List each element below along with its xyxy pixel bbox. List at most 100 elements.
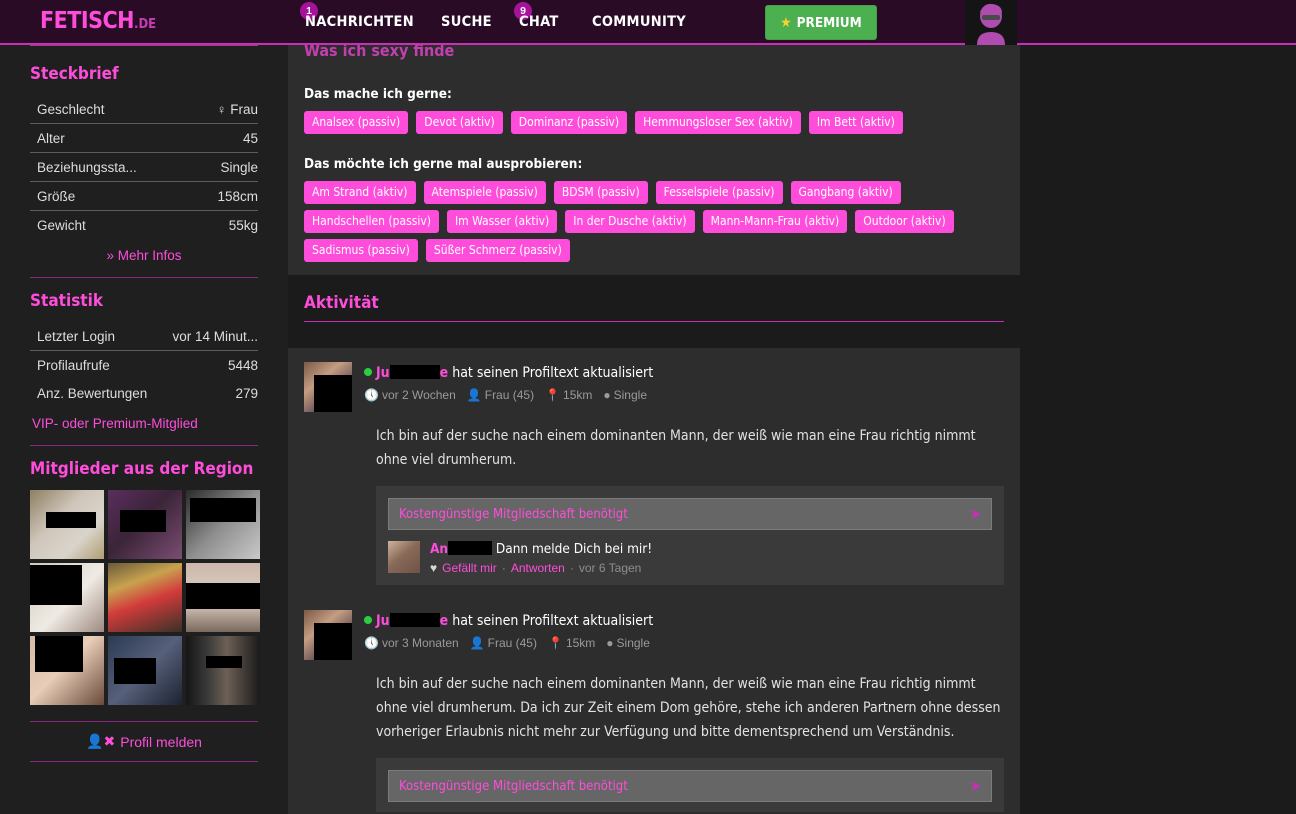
avatar[interactable] xyxy=(388,541,420,573)
report-profile-link[interactable]: 👤✖ Profil melden xyxy=(30,733,258,750)
list-item[interactable] xyxy=(108,490,182,559)
redaction xyxy=(389,365,440,379)
list-item[interactable] xyxy=(108,563,182,632)
meta-time: 🕔 vor 2 Wochen xyxy=(364,388,456,402)
venus-icon: ♀ xyxy=(216,102,227,117)
sidebar-divider-2 xyxy=(30,445,258,446)
premium-button[interactable]: ★ PREMIUM xyxy=(765,5,877,40)
comment-author[interactable]: An xyxy=(430,541,448,557)
nav-chat[interactable]: CHAT xyxy=(519,14,559,30)
circle-icon: ● xyxy=(603,388,611,402)
separator: · xyxy=(501,561,506,575)
list-item[interactable] xyxy=(30,490,104,559)
circle-icon: ● xyxy=(606,636,614,650)
meta-distance-text: 15km xyxy=(565,636,596,650)
tag-chip[interactable]: Outdoor (aktiv) xyxy=(855,210,954,233)
activity-divider xyxy=(304,321,1004,322)
user-avatar-icon xyxy=(965,0,1017,45)
row-value: vor 14 Minut... xyxy=(161,322,258,351)
tag-chip[interactable]: Handschellen (passiv) xyxy=(304,210,439,233)
statistik-title: Statistik xyxy=(30,291,104,311)
like-link[interactable]: Gefällt mir xyxy=(442,561,497,575)
list-item[interactable] xyxy=(108,636,182,705)
comment-actions: ♥ Gefällt mir · Antworten · vor 6 Tagen xyxy=(430,561,992,575)
heart-icon[interactable]: ♥ xyxy=(430,561,437,575)
table-row: Größe 158cm xyxy=(30,181,258,211)
logo-text: FETISCH xyxy=(40,8,135,34)
username-end[interactable]: e xyxy=(440,613,449,629)
tag-chip[interactable]: Mann-Mann-Frau (aktiv) xyxy=(702,210,848,233)
reply-link[interactable]: Antworten xyxy=(511,561,565,575)
tag-chip[interactable]: In der Dusche (aktiv) xyxy=(565,210,695,233)
row-key: Anz. Bewertungen xyxy=(37,386,148,401)
nav-suche[interactable]: SUCHE xyxy=(441,14,492,30)
tag-chip[interactable]: Fesselspiele (passiv) xyxy=(655,181,783,204)
nav-nachrichten[interactable]: NACHRICHTEN xyxy=(305,14,414,30)
redaction xyxy=(314,623,352,660)
sidebar-divider-4 xyxy=(30,761,258,762)
tag-chip[interactable]: Dominanz (passiv) xyxy=(510,111,628,134)
comment-placeholder: Kostengünstige Mitgliedschaft benötigt xyxy=(399,778,628,794)
row-key: Gewicht xyxy=(37,218,86,233)
send-icon[interactable]: ➤ xyxy=(969,777,982,795)
redaction xyxy=(35,636,83,672)
list-item[interactable] xyxy=(186,490,260,559)
vip-premium-link[interactable]: VIP- oder Premium-Mitglied xyxy=(30,407,258,431)
comment-placeholder: Kostengünstige Mitgliedschaft benötigt xyxy=(399,506,628,522)
row-value: 5448 xyxy=(227,358,258,373)
tag-group-label: Das möchte ich gerne mal ausprobieren: xyxy=(304,156,583,172)
tag-chip[interactable]: Gangbang (aktiv) xyxy=(790,181,901,204)
star-icon: ★ xyxy=(780,14,792,31)
send-icon[interactable]: ➤ xyxy=(969,505,982,523)
list-item[interactable] xyxy=(186,563,260,632)
meta-time-text: vor 3 Monaten xyxy=(381,636,459,650)
tag-chip[interactable]: BDSM (passiv) xyxy=(553,181,648,204)
tag-chip[interactable]: Atemspiele (passiv) xyxy=(423,181,546,204)
row-key: Profilaufrufe xyxy=(37,358,110,373)
redaction xyxy=(389,613,440,627)
username-start[interactable]: Ju xyxy=(376,365,390,381)
list-item[interactable] xyxy=(30,563,104,632)
headline-suffix: hat seinen Profiltext aktualisiert xyxy=(452,613,654,629)
tag-chip[interactable]: Im Wasser (aktiv) xyxy=(446,210,558,233)
tag-chip[interactable]: Am Strand (aktiv) xyxy=(304,181,416,204)
tag-chip[interactable]: Analsex (passiv) xyxy=(304,111,409,134)
nav-community[interactable]: COMMUNITY xyxy=(592,14,686,30)
table-row: Alter 45 xyxy=(30,123,258,153)
site-logo[interactable]: FETISCH.DE xyxy=(40,8,156,34)
comment-input[interactable]: Kostengünstige Mitgliedschaft benötigt ➤ xyxy=(388,770,992,802)
avatar[interactable] xyxy=(965,0,1017,45)
tag-list: Am Strand (aktiv) Atemspiele (passiv) BD… xyxy=(304,181,1004,262)
row-value: 45 xyxy=(162,123,258,153)
tag-chip[interactable]: Süßer Schmerz (passiv) xyxy=(425,239,570,262)
list-item[interactable] xyxy=(186,636,260,705)
avatar[interactable] xyxy=(304,610,352,660)
tag-chip[interactable]: Devot (aktiv) xyxy=(416,111,503,134)
avatar[interactable] xyxy=(304,362,352,412)
location-pin-icon: 📍 xyxy=(545,388,561,402)
username-end[interactable]: e xyxy=(440,365,449,381)
mehr-infos-link[interactable]: » Mehr Infos xyxy=(30,248,258,263)
tag-chip[interactable]: Hemmungsloser Sex (aktiv) xyxy=(635,111,801,134)
row-value: ♀ Frau xyxy=(162,95,258,124)
username-start[interactable]: Ju xyxy=(376,613,390,629)
redaction xyxy=(206,656,242,668)
panel-title: Was ich sexy finde xyxy=(304,45,455,60)
comment-section: Kostengünstige Mitgliedschaft benötigt ➤ xyxy=(376,758,1004,812)
tag-chip[interactable]: Im Bett (aktiv) xyxy=(808,111,903,134)
list-item[interactable] xyxy=(30,636,104,705)
meta-distance: 📍 15km xyxy=(545,388,592,402)
headline-suffix: hat seinen Profiltext aktualisiert xyxy=(452,365,654,381)
comment-section: Kostengünstige Mitgliedschaft benötigt ➤… xyxy=(376,486,1004,585)
meta-time: 🕔 vor 3 Monaten xyxy=(364,636,459,650)
table-row: Geschlecht ♀ Frau xyxy=(30,95,258,124)
comment-input[interactable]: Kostengünstige Mitgliedschaft benötigt ➤ xyxy=(388,498,992,530)
tag-chip[interactable]: Sadismus (passiv) xyxy=(304,239,418,262)
mehr-infos-label: Mehr Infos xyxy=(117,248,182,263)
meta-status-text: Single xyxy=(613,388,647,402)
row-value: 55kg xyxy=(228,218,258,233)
activity-meta: 🕔 vor 2 Wochen 👤 Frau (45) 📍 15km ● Single xyxy=(364,388,1004,402)
redaction xyxy=(448,541,493,555)
activity-header: Aktivität xyxy=(288,293,1020,322)
meta-status: ● Single xyxy=(606,636,650,650)
